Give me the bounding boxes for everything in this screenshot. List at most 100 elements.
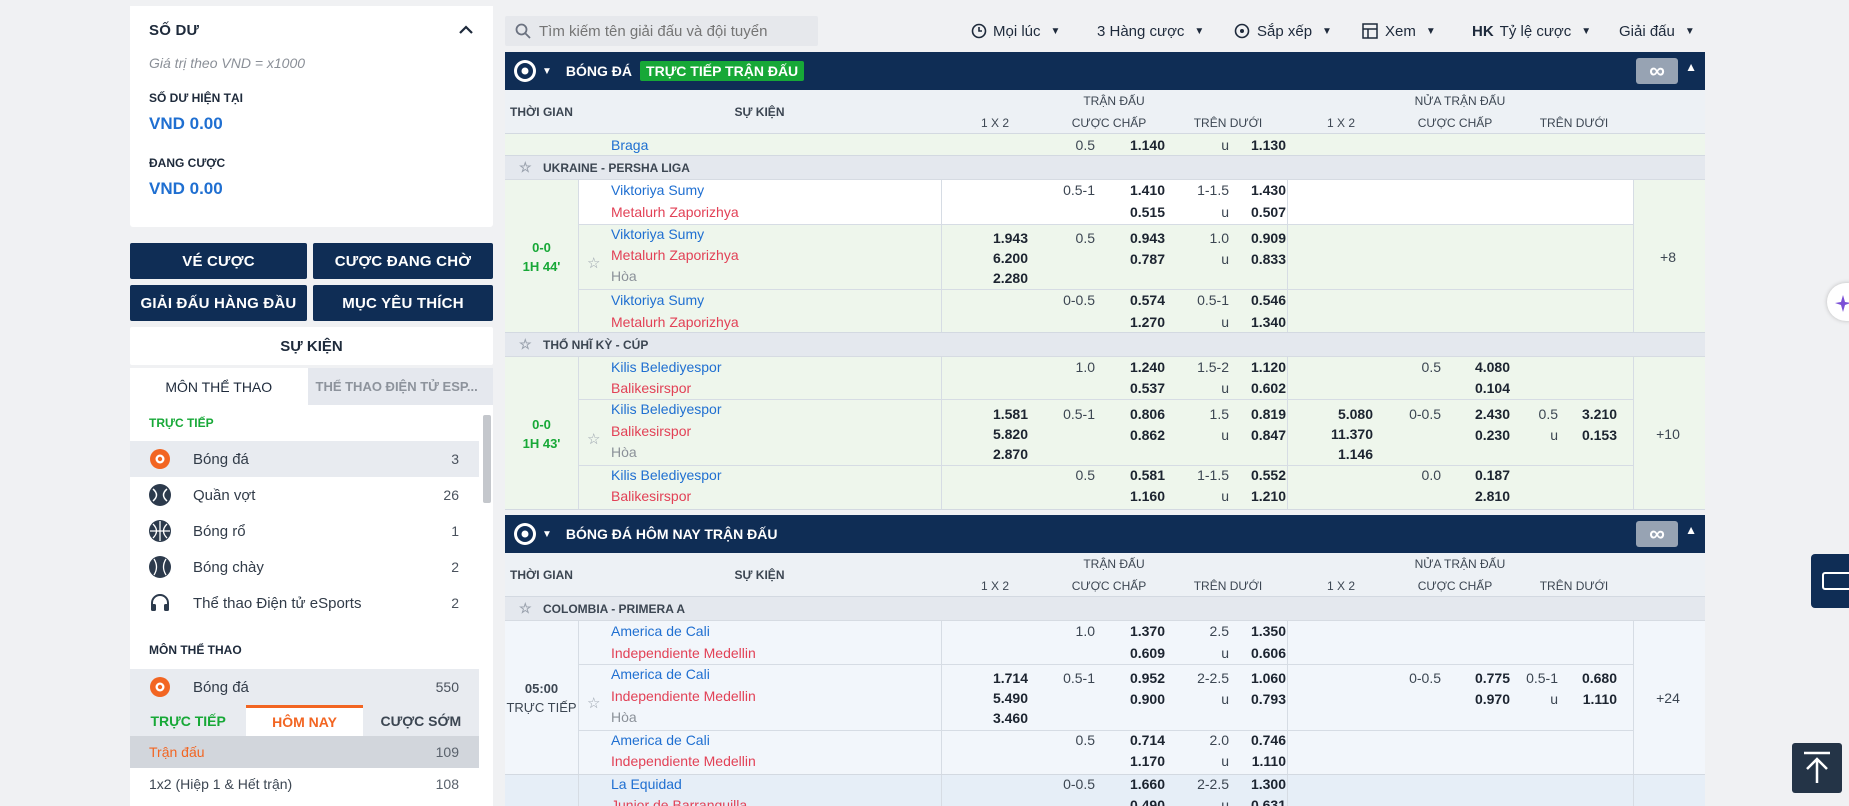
odds-value[interactable]: 2.280	[968, 270, 1028, 286]
star-icon[interactable]: ☆	[519, 600, 533, 617]
odds-value[interactable]: 0.746	[1226, 732, 1286, 748]
sports-scrollbar[interactable]	[483, 415, 491, 503]
league-header[interactable]: ☆ UKRAINE - PERSHA LIGA	[505, 156, 1705, 180]
odds-value[interactable]: 1.370	[1105, 623, 1165, 639]
star-icon[interactable]: ☆	[519, 336, 533, 353]
odds-value[interactable]: 0.153	[1557, 427, 1617, 443]
bet-slip-button[interactable]: VÉ CƯỢC	[130, 243, 307, 279]
league-header[interactable]: ☆ COLOMBIA - PRIMERA A	[505, 597, 1705, 621]
league-header[interactable]: ☆ THỔ NHĨ KỲ - CÚP	[505, 333, 1705, 357]
odds-value[interactable]: 1.340	[1226, 314, 1286, 330]
league-dropdown[interactable]: Giải đấu ▼	[1619, 16, 1695, 46]
sport-item-football-live[interactable]: Bóng đá 3	[130, 441, 479, 477]
odds-value[interactable]: 1.430	[1226, 182, 1286, 198]
odds-value[interactable]: 1.110	[1557, 691, 1617, 707]
team-home[interactable]: Viktoriya Sumy	[611, 226, 704, 242]
sport-item-baseball[interactable]: Bóng chày 2	[130, 549, 479, 585]
star-icon[interactable]: ☆	[587, 694, 600, 712]
star-icon[interactable]: ☆	[587, 254, 600, 272]
tab-today[interactable]: HÔM NAY	[246, 705, 363, 736]
pending-bets-button[interactable]: CƯỢC ĐANG CHỜ	[313, 243, 493, 279]
odds-value[interactable]: 1.581	[968, 406, 1028, 422]
odds-value[interactable]: 0.970	[1450, 691, 1510, 707]
tab-esports[interactable]: THỂ THAO ĐIỆN TỬ ESP...	[307, 368, 493, 405]
star-icon[interactable]: ☆	[587, 430, 600, 448]
odds-value[interactable]: 0.775	[1450, 670, 1510, 686]
team-away[interactable]: Metalurh Zaporizhya	[611, 247, 739, 263]
team-home[interactable]: Braga	[611, 137, 648, 153]
odds-value[interactable]: 1.170	[1105, 753, 1165, 769]
odds-value[interactable]: 0.833	[1226, 251, 1286, 267]
back-to-top-button[interactable]	[1792, 743, 1842, 793]
odds-value[interactable]: 1.146	[1313, 446, 1373, 462]
sport-item-basketball[interactable]: Bóng rổ 1	[130, 513, 479, 549]
star-icon[interactable]: ☆	[519, 159, 533, 176]
infinity-icon[interactable]: ∞	[1636, 58, 1678, 84]
odds-value[interactable]: 1.210	[1226, 488, 1286, 504]
live-section-header[interactable]: ▼ BÓNG ĐÁ TRỰC TIẾP TRẬN ĐẤU ∞ ▲	[505, 52, 1705, 90]
collapse-up-icon[interactable]: ▲	[1685, 60, 1697, 74]
team-away[interactable]: Balikesirspor	[611, 488, 691, 504]
tab-live[interactable]: TRỰC TIẾP	[130, 705, 246, 736]
team-away[interactable]: Independiente Medellin	[611, 753, 756, 769]
odds-value[interactable]: 1.270	[1105, 314, 1165, 330]
more-markets-link[interactable]: +10	[1633, 357, 1703, 510]
odds-value[interactable]: 1.240	[1105, 359, 1165, 375]
odds-value[interactable]: 0.230	[1450, 427, 1510, 443]
team-away[interactable]: Independiente Medellin	[611, 645, 756, 661]
odds-value[interactable]: 0.552	[1226, 467, 1286, 483]
assistant-sparkle-button[interactable]	[1827, 283, 1849, 321]
odds-value[interactable]: 6.200	[968, 250, 1028, 266]
odds-value[interactable]: 0.631	[1226, 797, 1286, 806]
odds-value[interactable]: 11.370	[1313, 426, 1373, 442]
odds-value[interactable]: 1.160	[1105, 488, 1165, 504]
odds-value[interactable]: 3.210	[1557, 406, 1617, 422]
odds-format-dropdown[interactable]: HK Tỷ lệ cược ▼	[1472, 16, 1591, 46]
odds-value[interactable]: 1.140	[1105, 137, 1165, 153]
team-home[interactable]: Kilis Belediyespor	[611, 359, 722, 375]
odds-value[interactable]: 0.581	[1105, 467, 1165, 483]
sport-item-football[interactable]: Bóng đá 550	[130, 669, 479, 705]
chevron-down-icon[interactable]: ▼	[542, 66, 552, 77]
odds-value[interactable]: 0.680	[1557, 670, 1617, 686]
team-away[interactable]: Junior de Barranquilla	[611, 797, 747, 806]
search-box[interactable]	[505, 16, 818, 46]
odds-value[interactable]: 5.490	[968, 690, 1028, 706]
odds-value[interactable]: 0.793	[1226, 691, 1286, 707]
tab-sports[interactable]: MÔN THỂ THAO	[130, 368, 308, 405]
odds-value[interactable]: 0.609	[1105, 645, 1165, 661]
sport-item-esports[interactable]: Thể thao Điện tử eSports 2	[130, 585, 479, 621]
odds-value[interactable]: 0.187	[1450, 467, 1510, 483]
infinity-icon[interactable]: ∞	[1636, 521, 1678, 547]
odds-value[interactable]: 0.787	[1105, 251, 1165, 267]
odds-value[interactable]: 1.660	[1105, 776, 1165, 792]
market-item-1x2[interactable]: 1x2 (Hiệp 1 & Hết trận) 108	[130, 768, 479, 800]
odds-value[interactable]: 0.909	[1226, 230, 1286, 246]
events-button[interactable]: SỰ KIỆN	[130, 327, 493, 365]
odds-value[interactable]: 0.900	[1105, 691, 1165, 707]
odds-value[interactable]: 1.120	[1226, 359, 1286, 375]
odds-value[interactable]: 2.870	[968, 446, 1028, 462]
team-home[interactable]: Kilis Belediyespor	[611, 467, 722, 483]
odds-value[interactable]: 0.104	[1450, 380, 1510, 396]
view-dropdown[interactable]: Xem ▼	[1362, 16, 1436, 46]
odds-value[interactable]: 0.714	[1105, 732, 1165, 748]
odds-value[interactable]: 0.537	[1105, 380, 1165, 396]
odds-value[interactable]: 0.819	[1226, 406, 1286, 422]
odds-value[interactable]: 1.350	[1226, 623, 1286, 639]
odds-value[interactable]: 1.300	[1226, 776, 1286, 792]
team-home[interactable]: America de Cali	[611, 666, 710, 682]
odds-value[interactable]: 1.060	[1226, 670, 1286, 686]
team-home[interactable]: Kilis Belediyespor	[611, 401, 722, 417]
top-leagues-button[interactable]: GIẢI ĐẤU HÀNG ĐẦU	[130, 285, 307, 321]
team-away[interactable]: Balikesirspor	[611, 423, 691, 439]
favorites-button[interactable]: MỤC YÊU THÍCH	[313, 285, 493, 321]
odds-value[interactable]: 1.943	[968, 230, 1028, 246]
today-section-header[interactable]: ▼ BÓNG ĐÁ HÔM NAY TRẬN ĐẤU ∞ ▲	[505, 515, 1705, 553]
odds-value[interactable]: 0.943	[1105, 230, 1165, 246]
market-item-match[interactable]: Trận đấu 109	[130, 736, 479, 768]
odds-value[interactable]: 0.507	[1226, 204, 1286, 220]
odds-value[interactable]: 0.606	[1226, 645, 1286, 661]
sort-dropdown[interactable]: Sắp xếp ▼	[1234, 16, 1332, 46]
odds-value[interactable]: 3.460	[968, 710, 1028, 726]
